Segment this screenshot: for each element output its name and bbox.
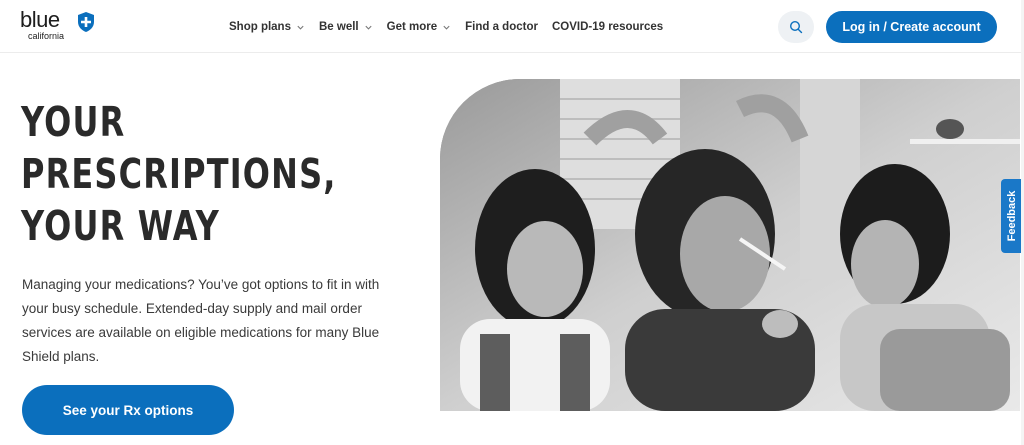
nav-label: COVID-19 resources — [551, 21, 664, 33]
shield-icon — [78, 12, 94, 32]
feedback-label: Feedback — [1006, 190, 1018, 242]
chevron-down-icon — [443, 25, 450, 30]
page-title: YOUR PRESCRIPTIONS, YOUR WAY — [21, 96, 421, 252]
logo-subtitle: california — [28, 31, 65, 41]
headline-line: YOUR WAY — [21, 202, 220, 250]
login-create-account-button[interactable]: Log in / Create account — [826, 11, 997, 43]
nav-be-well[interactable]: Be well — [319, 18, 373, 36]
feedback-tab[interactable]: Feedback — [1001, 179, 1023, 253]
nav-covid-resources[interactable]: COVID-19 resources — [552, 18, 663, 36]
nav-label: Find a doctor — [465, 21, 538, 33]
headline-line: YOUR — [21, 98, 126, 146]
chevron-down-icon — [297, 25, 304, 30]
blue-shield-logo[interactable]: blue california — [20, 7, 100, 43]
family-photo-image — [440, 79, 1020, 411]
main-nav: Shop plans Be well Get more Find a docto… — [229, 18, 677, 36]
site-header: blue california Shop plans Be well Get m… — [0, 0, 1024, 53]
search-icon — [789, 20, 803, 34]
hero-description: Managing your medications? You’ve got op… — [22, 277, 380, 364]
nav-label: Get more — [386, 21, 438, 33]
search-button[interactable] — [778, 11, 814, 43]
nav-find-a-doctor[interactable]: Find a doctor — [465, 18, 538, 36]
nav-label: Be well — [318, 21, 359, 33]
headline-line: PRESCRIPTIONS, — [21, 150, 337, 198]
nav-shop-plans[interactable]: Shop plans — [229, 18, 305, 36]
chevron-down-icon — [365, 25, 372, 30]
nav-label: Shop plans — [229, 21, 291, 33]
see-rx-options-button[interactable]: See your Rx options — [22, 385, 234, 435]
logo-wordmark: blue — [20, 7, 60, 32]
nav-get-more[interactable]: Get more — [387, 18, 452, 36]
hero-photo — [440, 79, 1020, 411]
